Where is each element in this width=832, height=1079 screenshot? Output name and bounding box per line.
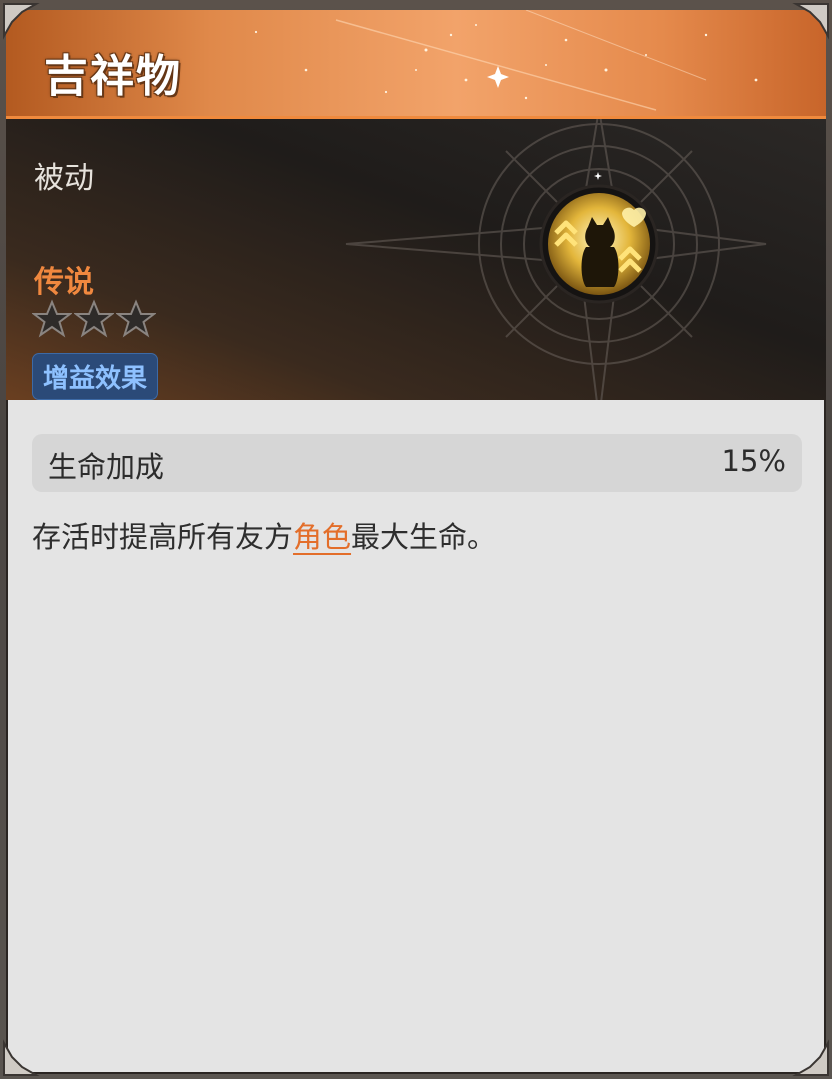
description-text: 存活时提高所有友方角色最大生命。 xyxy=(32,514,802,556)
skill-type: 被动 xyxy=(34,161,94,196)
item-card: 吉祥物 被动 传说 增益效果 生命加成 15% 存活时提高所有友方角色最大生命。 xyxy=(6,10,826,1074)
corner-ornament-icon xyxy=(2,1039,40,1076)
description-after: 最大生命。 xyxy=(351,520,497,554)
card-frame: 吉祥物 被动 传说 增益效果 生命加成 15% 存活时提高所有友方角色最大生命。 xyxy=(0,0,832,1079)
keyword-link[interactable]: 角色 xyxy=(293,520,351,554)
corner-ornament-icon xyxy=(792,1039,829,1076)
card-title: 吉祥物 xyxy=(44,51,182,102)
sparkle-icon xyxy=(594,172,602,180)
description-before: 存活时提高所有友方 xyxy=(32,520,294,554)
mascot-cat-buff-icon xyxy=(539,184,659,304)
stat-value: 15% xyxy=(721,444,786,478)
buff-tag[interactable]: 增益效果 xyxy=(32,353,159,400)
stat-row: 生命加成 15% xyxy=(32,434,802,492)
info-band: 被动 传说 增益效果 xyxy=(6,119,826,400)
corner-ornament-icon xyxy=(792,2,829,40)
star-empty-icon xyxy=(74,299,114,338)
stat-label: 生命加成 xyxy=(48,450,165,484)
star-rating xyxy=(32,299,156,339)
star-empty-icon xyxy=(32,299,72,338)
card-header: 吉祥物 xyxy=(6,10,826,119)
corner-ornament-icon xyxy=(2,2,40,40)
rarity-label: 传说 xyxy=(34,265,94,300)
star-empty-icon xyxy=(116,299,156,338)
